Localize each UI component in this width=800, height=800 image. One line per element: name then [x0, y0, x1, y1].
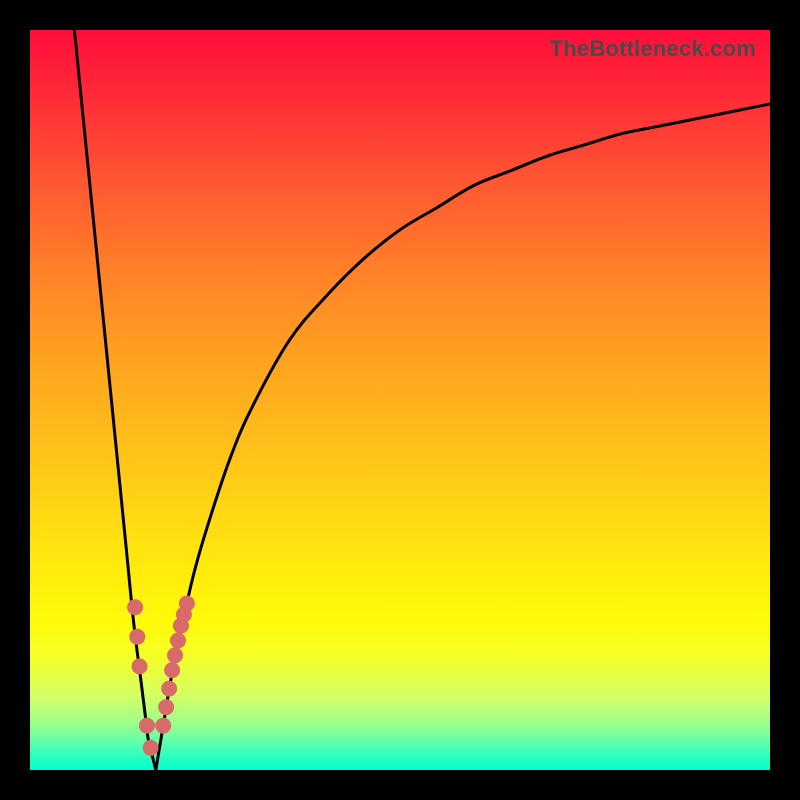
chart-frame: TheBottleneck.com [0, 0, 800, 800]
marker-point [167, 647, 183, 663]
marker-point [170, 633, 186, 649]
series-left-branch [74, 30, 155, 770]
marker-point [164, 662, 180, 678]
marker-point [127, 599, 143, 615]
plot-area: TheBottleneck.com [30, 30, 770, 770]
series-right-branch [156, 104, 770, 770]
marker-point [143, 740, 159, 756]
marker-point [129, 629, 145, 645]
marker-point [139, 718, 155, 734]
marker-point [158, 699, 174, 715]
marker-point [179, 596, 195, 612]
marker-group [127, 596, 195, 756]
marker-point [132, 658, 148, 674]
marker-point [155, 718, 171, 734]
curve-layer [30, 30, 770, 770]
marker-point [161, 681, 177, 697]
